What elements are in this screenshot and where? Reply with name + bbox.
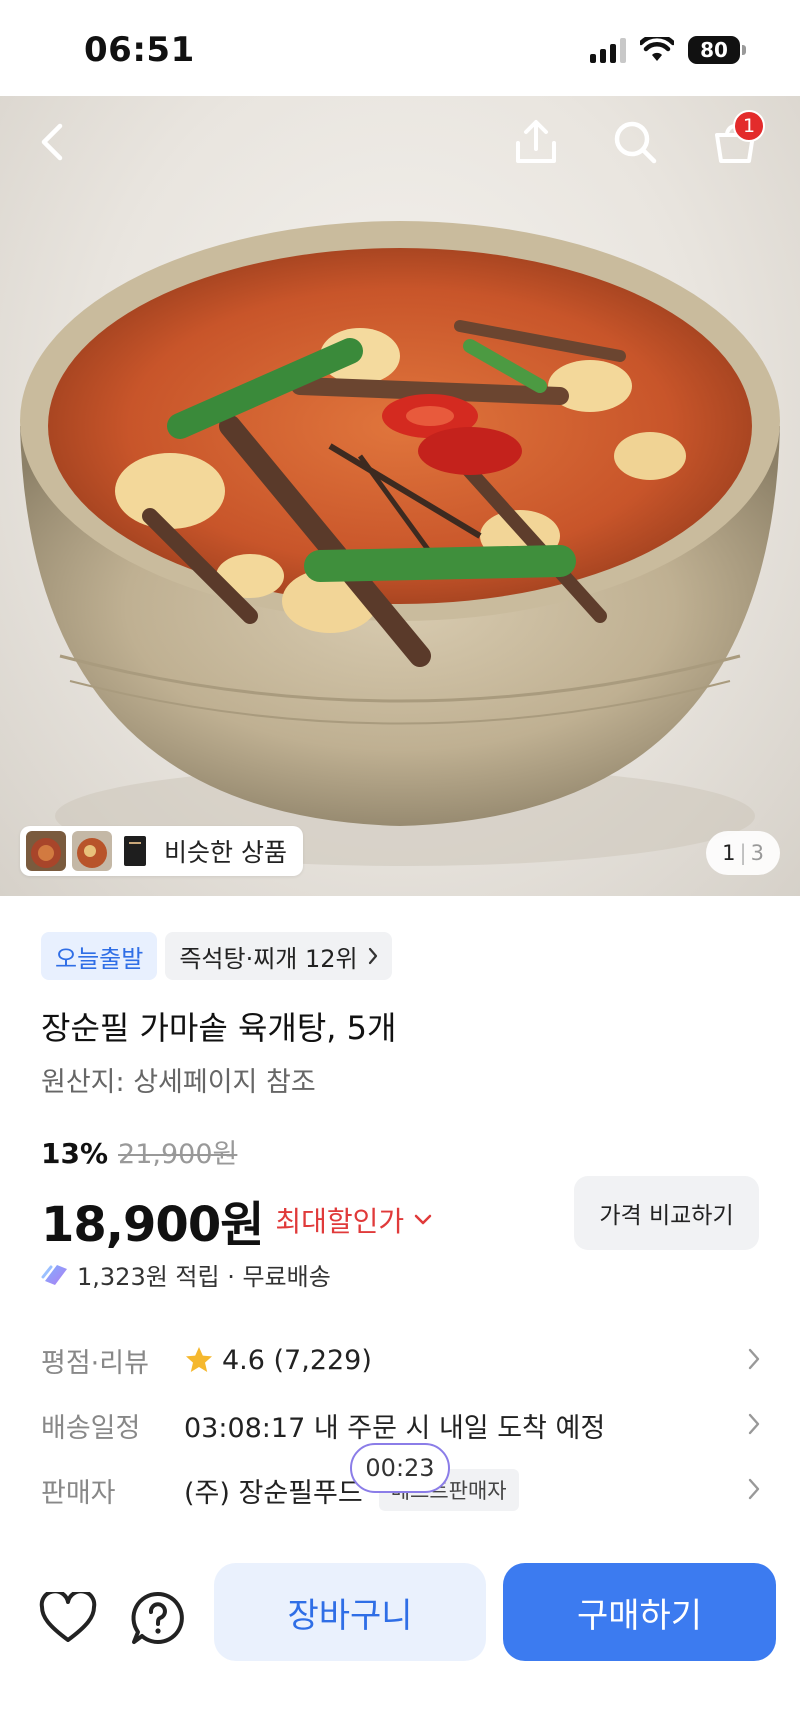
delivery-label: 배송일정 (41, 1412, 141, 1444)
back-button[interactable] (20, 110, 84, 174)
battery-level: 80 (688, 36, 740, 64)
page-separator: | (739, 841, 747, 865)
category-rank-badge[interactable]: 즉석탕·찌개 12위 (165, 932, 392, 980)
rating-value: 4.6 (7,229) (222, 1344, 372, 1376)
today-shipping-badge: 오늘출발 (41, 932, 158, 980)
chevron-right-icon (748, 1413, 760, 1435)
page-total: 3 (750, 841, 764, 865)
star-icon (186, 1347, 212, 1372)
back-icon (41, 123, 63, 161)
chevron-down-icon (414, 1214, 432, 1225)
similar-thumbnail (124, 836, 146, 866)
chevron-right-icon (748, 1478, 760, 1500)
search-icon (614, 121, 657, 164)
cart-nav-button[interactable]: 1 (703, 110, 767, 174)
sale-price: 18,900원 (41, 1197, 264, 1253)
original-price: 21,900원 (118, 1139, 238, 1170)
points-icon (41, 1264, 67, 1285)
signal-icon (590, 37, 626, 63)
page-current: 1 (722, 841, 736, 865)
rating-label: 평점·리뷰 (41, 1347, 149, 1379)
recording-timer: 00:23 (350, 1443, 450, 1493)
inquiry-button[interactable] (126, 1586, 190, 1650)
chevron-right-icon (368, 947, 377, 965)
similar-products-button[interactable]: 비슷한 상품 (20, 826, 303, 876)
buy-now-button[interactable]: 구매하기 (503, 1563, 776, 1661)
category-rank-label: 즉석탕·찌개 12위 (179, 944, 358, 973)
max-discount-toggle[interactable]: 최대할인가 (275, 1200, 432, 1240)
points-row: 1,323원 적립 · 무료배송 (41, 1257, 331, 1292)
share-icon (516, 120, 556, 163)
price-row: 18,900원 최대할인가 (41, 1185, 432, 1255)
max-discount-label: 최대할인가 (275, 1205, 405, 1238)
wishlist-button[interactable] (36, 1586, 100, 1650)
image-page-indicator: 1 | 3 (706, 831, 780, 875)
product-origin: 원산지: 상세페이지 참조 (41, 1067, 316, 1098)
status-time: 06:51 (84, 30, 195, 70)
discount-row: 13% 21,900원 (41, 1132, 237, 1171)
product-image[interactable]: 1 비슷한 상품 1 | 3 (0, 96, 800, 896)
rating-value-group: 4.6 (7,229) (184, 1345, 372, 1376)
bottom-action-bar: 장바구니 구매하기 (0, 1540, 800, 1731)
share-button[interactable] (504, 110, 568, 174)
battery-icon: 80 (688, 36, 746, 64)
seller-label: 판매자 (41, 1477, 116, 1509)
similar-products-label: 비슷한 상품 (164, 838, 287, 867)
delivery-value: 03:08:17 내 주문 시 내일 도착 예정 (184, 1412, 606, 1444)
seller-name: (주) 장순필푸드 (184, 1477, 363, 1509)
product-title: 장순필 가마솥 육개탕, 5개 (41, 1009, 397, 1047)
heart-icon (39, 1592, 97, 1642)
wifi-icon (640, 37, 674, 61)
similar-thumbnail (26, 831, 66, 871)
cart-count-badge: 1 (733, 110, 765, 142)
status-bar: 06:51 80 (0, 0, 800, 96)
status-icons: 80 (590, 36, 746, 64)
search-button[interactable] (603, 110, 667, 174)
price-compare-button[interactable]: 가격 비교하기 (574, 1176, 759, 1250)
chevron-right-icon (748, 1348, 760, 1370)
rating-review-row[interactable]: 평점·리뷰 4.6 (7,229) (41, 1335, 761, 1385)
product-badges: 오늘출발 즉석탕·찌개 12위 (41, 932, 392, 980)
add-to-cart-button[interactable]: 장바구니 (214, 1563, 486, 1661)
discount-rate: 13% (41, 1137, 109, 1170)
question-icon (131, 1591, 184, 1644)
similar-thumbnail (72, 831, 112, 871)
top-navigation: 1 (0, 96, 800, 186)
stew-bowl-image (20, 221, 780, 866)
points-text: 1,323원 적립 · 무료배송 (77, 1263, 331, 1291)
